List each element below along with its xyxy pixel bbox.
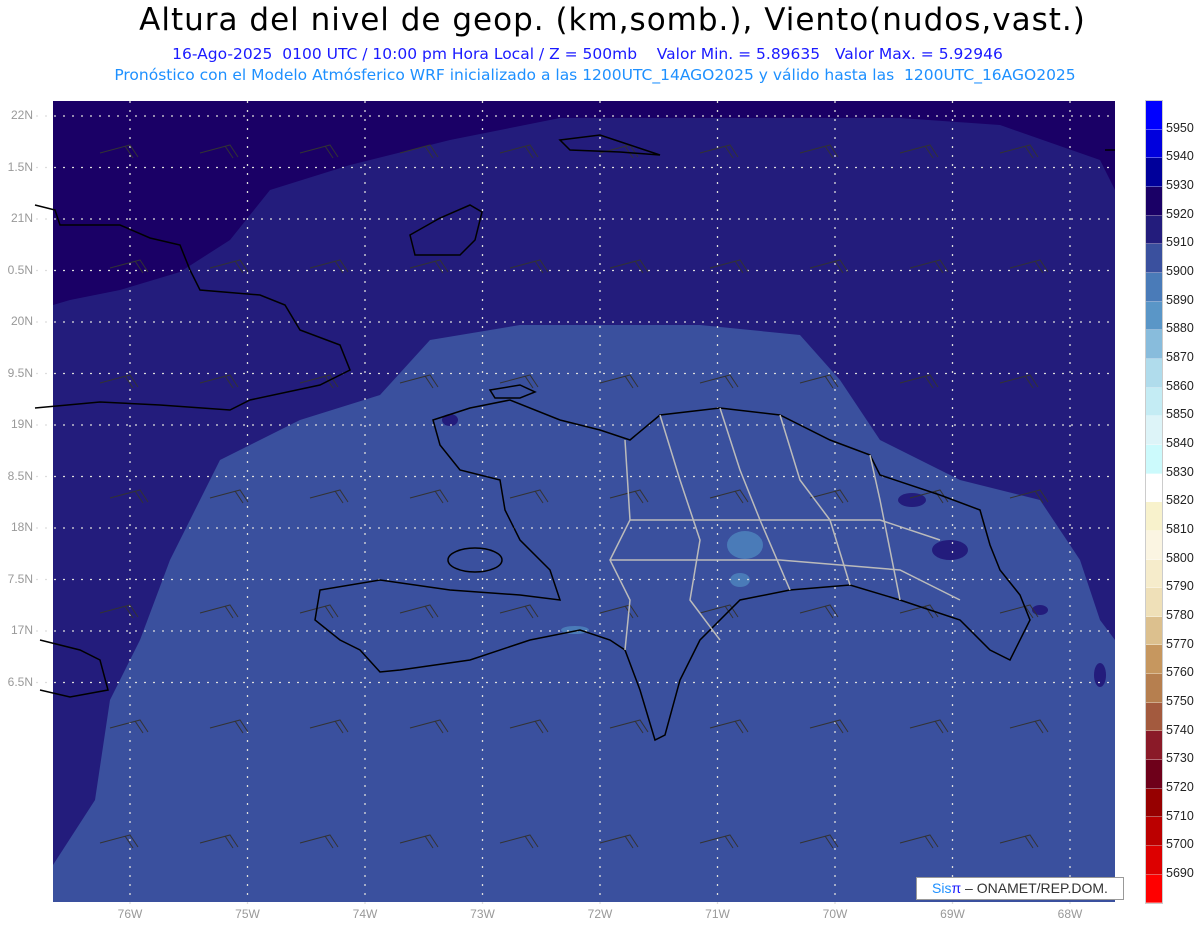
colorbar-label: 5710 — [1166, 808, 1194, 823]
colorbar-label: 5780 — [1166, 607, 1194, 622]
colorbar-label: 5940 — [1166, 149, 1194, 164]
colorbar-bin — [1146, 186, 1162, 216]
colorbar-label: 5700 — [1166, 837, 1194, 852]
colorbar-label: 5920 — [1166, 206, 1194, 221]
colorbar-bin — [1146, 158, 1162, 187]
lat-label: 21N — [10, 211, 33, 225]
colorbar-bin — [1146, 530, 1162, 560]
colorbar-bin — [1146, 444, 1162, 474]
logo-sis: Sis — [932, 880, 952, 896]
colorbar-bin — [1146, 702, 1162, 732]
onamet-logo: Sisπ – ONAMET/REP.DOM. — [916, 877, 1124, 900]
colorbar-label: 5770 — [1166, 636, 1194, 651]
colorbar-bin — [1146, 817, 1162, 847]
colorbar-bin — [1146, 760, 1162, 789]
lon-label: 68W — [1057, 907, 1083, 921]
colorbar-bin — [1146, 272, 1162, 302]
lon-label: 76W — [117, 907, 143, 921]
lat-label: 17N — [10, 623, 33, 637]
colorbar-label: 5810 — [1166, 521, 1194, 536]
colorbar-bin — [1146, 645, 1162, 675]
lon-label: 73W — [470, 907, 495, 921]
colorbar-bin — [1146, 330, 1162, 359]
geopotential-map — [34, 101, 1115, 905]
colorbar-bin — [1146, 874, 1162, 904]
colorbar — [1145, 100, 1163, 905]
colorbar-label: 5760 — [1166, 665, 1194, 680]
colorbar-label: 5910 — [1166, 235, 1194, 250]
colorbar-label: 5750 — [1166, 693, 1194, 708]
colorbar-label: 5840 — [1166, 435, 1194, 450]
colorbar-bin — [1146, 358, 1162, 388]
colorbar-label: 5860 — [1166, 378, 1194, 393]
colorbar-bin — [1146, 588, 1162, 617]
lat-label: 7.5N — [7, 571, 33, 586]
colorbar-bin — [1146, 129, 1162, 159]
colorbar-label: 5870 — [1166, 349, 1194, 364]
colorbar-label: 5950 — [1166, 120, 1194, 135]
colorbar-label: 5820 — [1166, 493, 1194, 508]
logo-text: – ONAMET/REP.DOM. — [961, 880, 1108, 896]
colorbar-bin — [1146, 244, 1162, 273]
colorbar-bin — [1146, 101, 1162, 130]
lon-label: 75W — [235, 907, 260, 921]
colorbar-label: 5690 — [1166, 865, 1194, 880]
lon-label: 69W — [940, 907, 965, 921]
colorbar-bin — [1146, 387, 1162, 417]
lat-label: 0.5N — [7, 262, 33, 277]
colorbar-label: 5930 — [1166, 177, 1194, 192]
colorbar-label: 5740 — [1166, 722, 1194, 737]
lat-label: 22N — [10, 108, 33, 122]
colorbar-bin — [1146, 473, 1162, 503]
lon-label: 72W — [587, 907, 613, 921]
colorbar-bin — [1146, 616, 1162, 646]
colorbar-label: 5720 — [1166, 779, 1194, 794]
lat-label: 20N — [10, 314, 33, 328]
colorbar-label: 5790 — [1166, 579, 1194, 594]
colorbar-label: 5800 — [1166, 550, 1194, 565]
colorbar-label: 5850 — [1166, 407, 1194, 422]
lat-label: 1.5N — [7, 159, 33, 174]
lon-label: 74W — [352, 907, 378, 921]
colorbar-label: 5890 — [1166, 292, 1194, 307]
colorbar-label: 5730 — [1166, 751, 1194, 766]
logo-pi: π — [951, 880, 962, 896]
colorbar-bin — [1146, 215, 1162, 245]
colorbar-bin — [1146, 301, 1162, 331]
lon-label: 71W — [705, 907, 730, 921]
colorbar-bin — [1146, 846, 1162, 875]
colorbar-label: 5830 — [1166, 464, 1194, 479]
colorbar-bin — [1146, 731, 1162, 761]
lat-label: 8.5N — [7, 468, 33, 483]
colorbar-bin — [1146, 674, 1162, 703]
lon-label: 70W — [822, 907, 848, 921]
colorbar-bin — [1146, 788, 1162, 818]
lat-label: 9.5N — [7, 365, 33, 380]
lat-label: 6.5N — [7, 674, 33, 689]
colorbar-label: 5880 — [1166, 321, 1194, 336]
lat-label: 18N — [10, 520, 33, 534]
colorbar-bin — [1146, 502, 1162, 531]
colorbar-label: 5900 — [1166, 263, 1194, 278]
colorbar-bin — [1146, 416, 1162, 445]
lat-label: 19N — [10, 417, 33, 431]
colorbar-bin — [1146, 559, 1162, 589]
